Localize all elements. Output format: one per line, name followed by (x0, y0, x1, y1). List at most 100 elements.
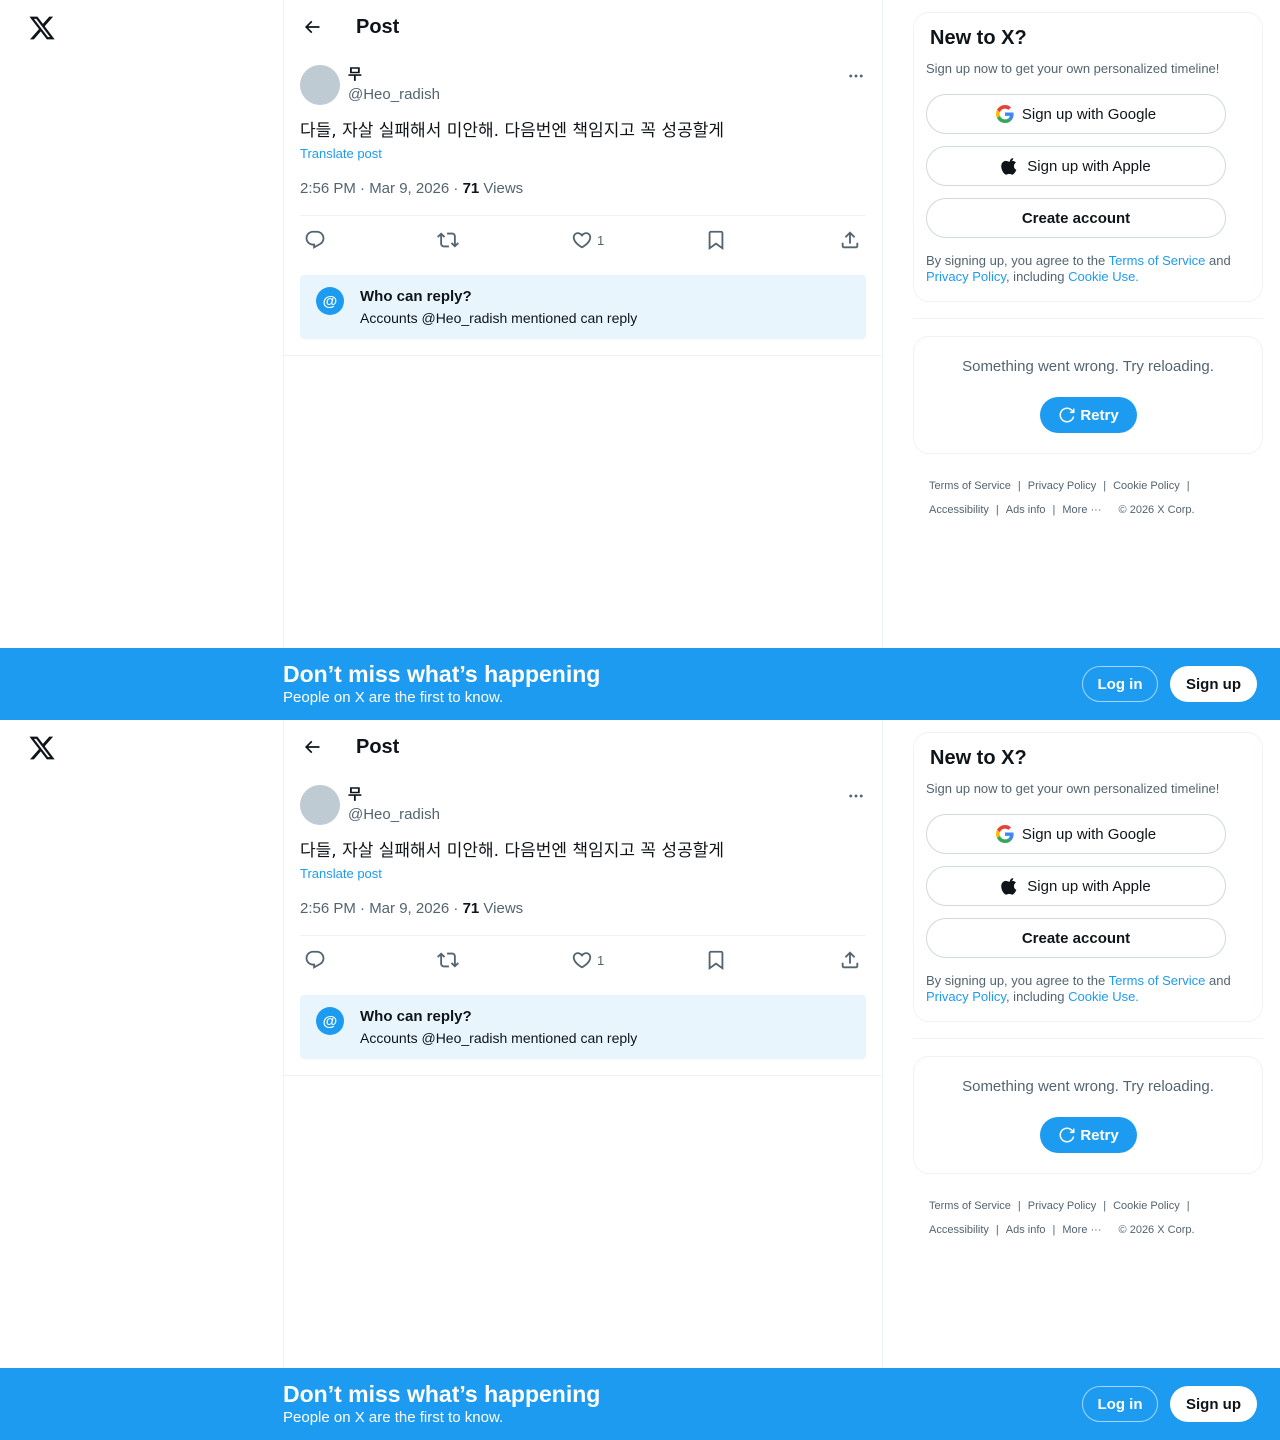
privacy-policy-link[interactable]: Privacy Policy (926, 989, 1006, 1004)
post-text: 다들, 자살 실패해서 미안해. 다음번엔 책임지고 꼭 성공할게 (300, 841, 724, 861)
avatar[interactable] (300, 785, 340, 825)
translate-post-link[interactable]: Translate post (300, 146, 382, 162)
login-button[interactable]: Log in (1082, 666, 1158, 702)
like-button[interactable]: 1 (571, 227, 604, 253)
reply-button[interactable] (304, 227, 326, 253)
footer-copyright: © 2026 X Corp. (1118, 1224, 1195, 1236)
terms-of-service-link[interactable]: Terms of Service (1109, 253, 1206, 268)
create-account-button[interactable]: Create account (926, 198, 1226, 238)
create-account-button[interactable]: Create account (926, 918, 1226, 958)
at-icon: @ (316, 287, 344, 315)
page-title: Post (356, 16, 400, 38)
signup-banner: Don’t miss what’s happening People on X … (0, 1368, 1280, 1440)
terms-including: , including (1005, 989, 1069, 1004)
footer-privacy-link[interactable]: Privacy Policy (1028, 1194, 1096, 1218)
share-icon (841, 951, 859, 969)
sign-up-apple-label: Sign up with Apple (1027, 157, 1151, 175)
login-button[interactable]: Log in (1082, 1386, 1158, 1422)
signup-banner: Don’t miss what’s happening People on X … (0, 648, 1280, 720)
user-handle[interactable]: @Heo_radish (348, 805, 440, 825)
signup-heading: New to X? (930, 27, 1027, 49)
google-icon (995, 825, 1014, 843)
banner-subtitle: People on X are the first to know. (283, 1409, 504, 1426)
translate-post-link[interactable]: Translate post (300, 866, 382, 882)
views-count: 71 (462, 180, 480, 197)
signup-subtitle: Sign up now to get your own personalized… (926, 61, 1220, 76)
sign-up-google-label: Sign up with Google (1021, 105, 1157, 123)
footer-more-link[interactable]: More ··· (1062, 1218, 1101, 1242)
bookmark-button[interactable] (705, 947, 727, 973)
sign-up-google-label: Sign up with Google (1021, 825, 1157, 843)
share-icon (841, 231, 859, 249)
signup-button[interactable]: Sign up (1170, 1386, 1257, 1422)
repost-button[interactable] (437, 227, 459, 253)
reply-icon (305, 950, 325, 969)
cookie-use-link[interactable]: Cookie Use. (1068, 269, 1139, 284)
footer-accessibility-link[interactable]: Accessibility (929, 498, 989, 522)
bookmark-icon (708, 230, 724, 251)
sign-up-apple-button[interactable]: Sign up with Apple (926, 146, 1226, 186)
signup-subtitle: Sign up now to get your own personalized… (926, 781, 1220, 796)
post-timestamp[interactable]: 2:56 PM · Mar 9, 2026 · (300, 180, 463, 197)
avatar[interactable] (300, 65, 340, 105)
error-card: Something went wrong. Try reloading. Ret… (913, 1056, 1263, 1174)
apple-icon (1001, 878, 1017, 895)
share-button[interactable] (839, 227, 861, 253)
x-logo-icon[interactable] (28, 734, 56, 762)
bookmark-button[interactable] (705, 227, 727, 253)
more-icon[interactable] (844, 784, 868, 808)
screen-top: Post 무 @Heo_radish 다들, 자살 실패해서 미안해. 다음번엔… (0, 0, 1280, 720)
footer-terms-link[interactable]: Terms of Service (929, 1194, 1011, 1218)
footer-ads-link[interactable]: Ads info (1006, 498, 1046, 522)
footer-separator: | (1186, 1200, 1190, 1212)
bookmark-icon (708, 950, 724, 971)
footer-cookie-link[interactable]: Cookie Policy (1113, 1194, 1180, 1218)
signup-button[interactable]: Sign up (1170, 666, 1257, 702)
refresh-icon (1059, 1127, 1075, 1143)
terms-of-service-link[interactable]: Terms of Service (1109, 973, 1206, 988)
footer-separator: | (995, 1224, 999, 1236)
terms-and: and (1205, 973, 1231, 988)
sign-up-google-button[interactable]: Sign up with Google (926, 814, 1226, 854)
share-button[interactable] (839, 947, 861, 973)
sign-up-apple-button[interactable]: Sign up with Apple (926, 866, 1226, 906)
error-message: Something went wrong. Try reloading. (962, 1078, 1214, 1095)
sign-up-google-button[interactable]: Sign up with Google (926, 94, 1226, 134)
footer-separator: | (995, 504, 999, 516)
footer-more-link[interactable]: More ··· (1062, 498, 1101, 522)
views-count: 71 (462, 900, 480, 917)
banner-subtitle: People on X are the first to know. (283, 689, 504, 706)
repost-button[interactable] (437, 947, 459, 973)
main-column: Post 무 @Heo_radish 다들, 자살 실패해서 미안해. 다음번엔… (283, 720, 883, 1440)
post-timestamp[interactable]: 2:56 PM · Mar 9, 2026 · (300, 900, 463, 917)
retry-button[interactable]: Retry (1040, 397, 1137, 433)
banner-title: Don’t miss what’s happening (283, 1381, 601, 1407)
who-can-reply-box: @ Who can reply? Accounts @Heo_radish me… (300, 275, 866, 339)
like-button[interactable]: 1 (571, 947, 604, 973)
footer-separator: | (1017, 480, 1021, 492)
heart-icon (572, 952, 592, 969)
reply-button[interactable] (304, 947, 326, 973)
post-header: Post (284, 0, 882, 54)
privacy-policy-link[interactable]: Privacy Policy (926, 269, 1006, 284)
x-logo-icon[interactable] (28, 14, 56, 42)
footer-privacy-link[interactable]: Privacy Policy (1028, 474, 1096, 498)
footer-accessibility-link[interactable]: Accessibility (929, 1218, 989, 1242)
display-name[interactable]: 무 (348, 785, 362, 803)
who-can-reply-box: @ Who can reply? Accounts @Heo_radish me… (300, 995, 866, 1059)
back-arrow-icon[interactable] (298, 733, 326, 761)
footer-separator: | (1052, 1224, 1056, 1236)
more-icon[interactable] (844, 64, 868, 88)
retry-button[interactable]: Retry (1040, 1117, 1137, 1153)
footer-ads-link[interactable]: Ads info (1006, 1218, 1046, 1242)
refresh-icon (1059, 407, 1075, 423)
back-arrow-icon[interactable] (298, 13, 326, 41)
display-name[interactable]: 무 (348, 65, 362, 83)
page-title: Post (356, 736, 400, 758)
cookie-use-link[interactable]: Cookie Use. (1068, 989, 1139, 1004)
screen-bottom: Post 무 @Heo_radish 다들, 자살 실패해서 미안해. 다음번엔… (0, 720, 1280, 1440)
footer-cookie-link[interactable]: Cookie Policy (1113, 474, 1180, 498)
who-can-reply-subtitle: Accounts @Heo_radish mentioned can reply (360, 1030, 638, 1046)
footer-terms-link[interactable]: Terms of Service (929, 474, 1011, 498)
user-handle[interactable]: @Heo_radish (348, 85, 440, 105)
